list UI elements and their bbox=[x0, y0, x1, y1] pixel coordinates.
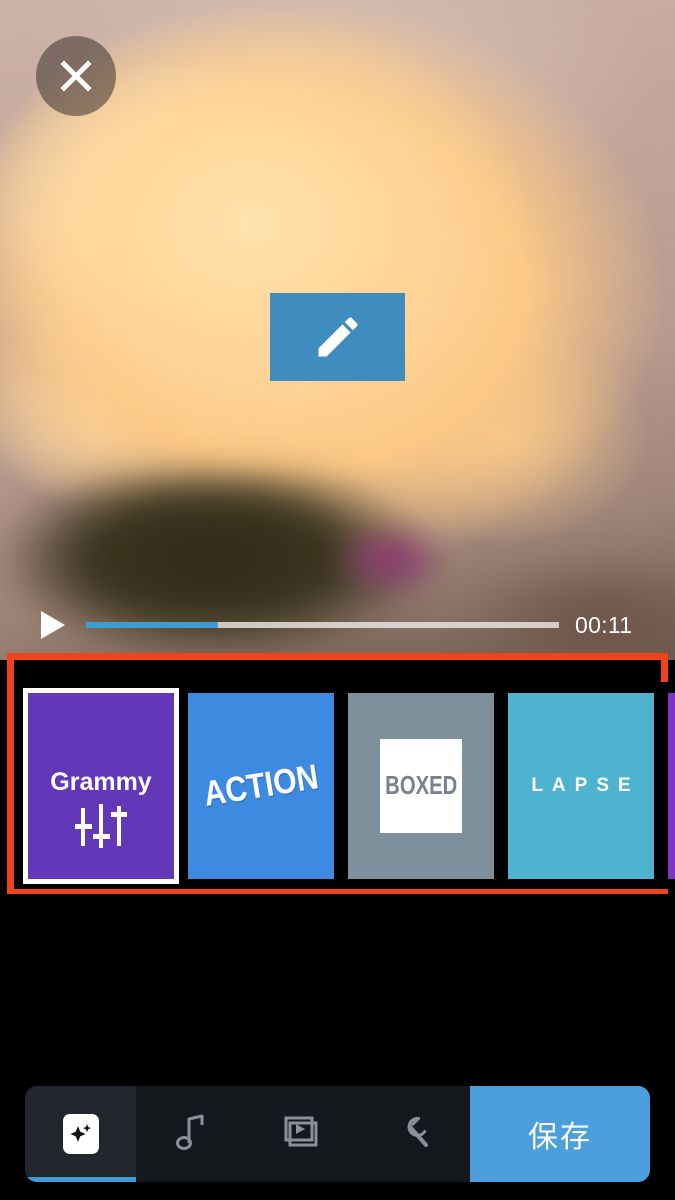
filter-card-label: Grammy bbox=[50, 768, 152, 796]
play-icon bbox=[41, 611, 65, 639]
sliders-icon bbox=[74, 802, 128, 857]
bottom-toolbar: 保存 bbox=[25, 1086, 650, 1182]
play-button[interactable] bbox=[24, 602, 82, 648]
playback-controls: 00:11 bbox=[0, 598, 675, 652]
seek-bar[interactable] bbox=[86, 622, 559, 628]
filter-card-action[interactable]: ACTION bbox=[188, 692, 334, 879]
filter-card-label: LAPSE bbox=[531, 774, 640, 796]
seek-progress-fill bbox=[86, 622, 219, 628]
filter-card-next-partial[interactable] bbox=[668, 692, 675, 879]
close-button[interactable] bbox=[36, 36, 116, 116]
magic-sparkle-icon bbox=[62, 1114, 99, 1154]
filter-strip[interactable]: Grammy ACTION BOXED LAPSE bbox=[14, 682, 675, 889]
music-note-icon bbox=[175, 1113, 209, 1156]
video-preview[interactable] bbox=[0, 0, 675, 660]
save-button-label: 保存 bbox=[528, 1121, 592, 1154]
tab-clips[interactable] bbox=[247, 1086, 359, 1182]
video-editor-screen: 00:11 Grammy ACTION BOXED LAPSE 保存 bbox=[0, 0, 675, 1200]
video-clips-icon bbox=[284, 1114, 322, 1155]
tab-tools[interactable] bbox=[358, 1086, 470, 1182]
filter-card-grammy[interactable]: Grammy bbox=[28, 692, 174, 879]
filter-card-label: BOXED bbox=[384, 770, 458, 800]
filter-card-lapse[interactable]: LAPSE bbox=[508, 692, 654, 879]
save-button[interactable]: 保存 bbox=[470, 1086, 650, 1182]
edit-overlay-button[interactable] bbox=[270, 293, 405, 381]
pencil-icon bbox=[312, 311, 364, 363]
tab-effects[interactable] bbox=[25, 1086, 137, 1182]
wrench-icon bbox=[396, 1114, 432, 1155]
close-icon bbox=[56, 56, 96, 96]
preview-image-magenta-blur bbox=[330, 520, 450, 600]
filter-card-boxed[interactable]: BOXED bbox=[348, 692, 494, 879]
filter-card-inner-box: BOXED bbox=[380, 738, 462, 833]
filter-card-label: ACTION bbox=[200, 756, 321, 814]
tab-music[interactable] bbox=[136, 1086, 248, 1182]
playback-time: 00:11 bbox=[575, 611, 633, 638]
filter-strip-highlight: Grammy ACTION BOXED LAPSE bbox=[7, 653, 675, 894]
